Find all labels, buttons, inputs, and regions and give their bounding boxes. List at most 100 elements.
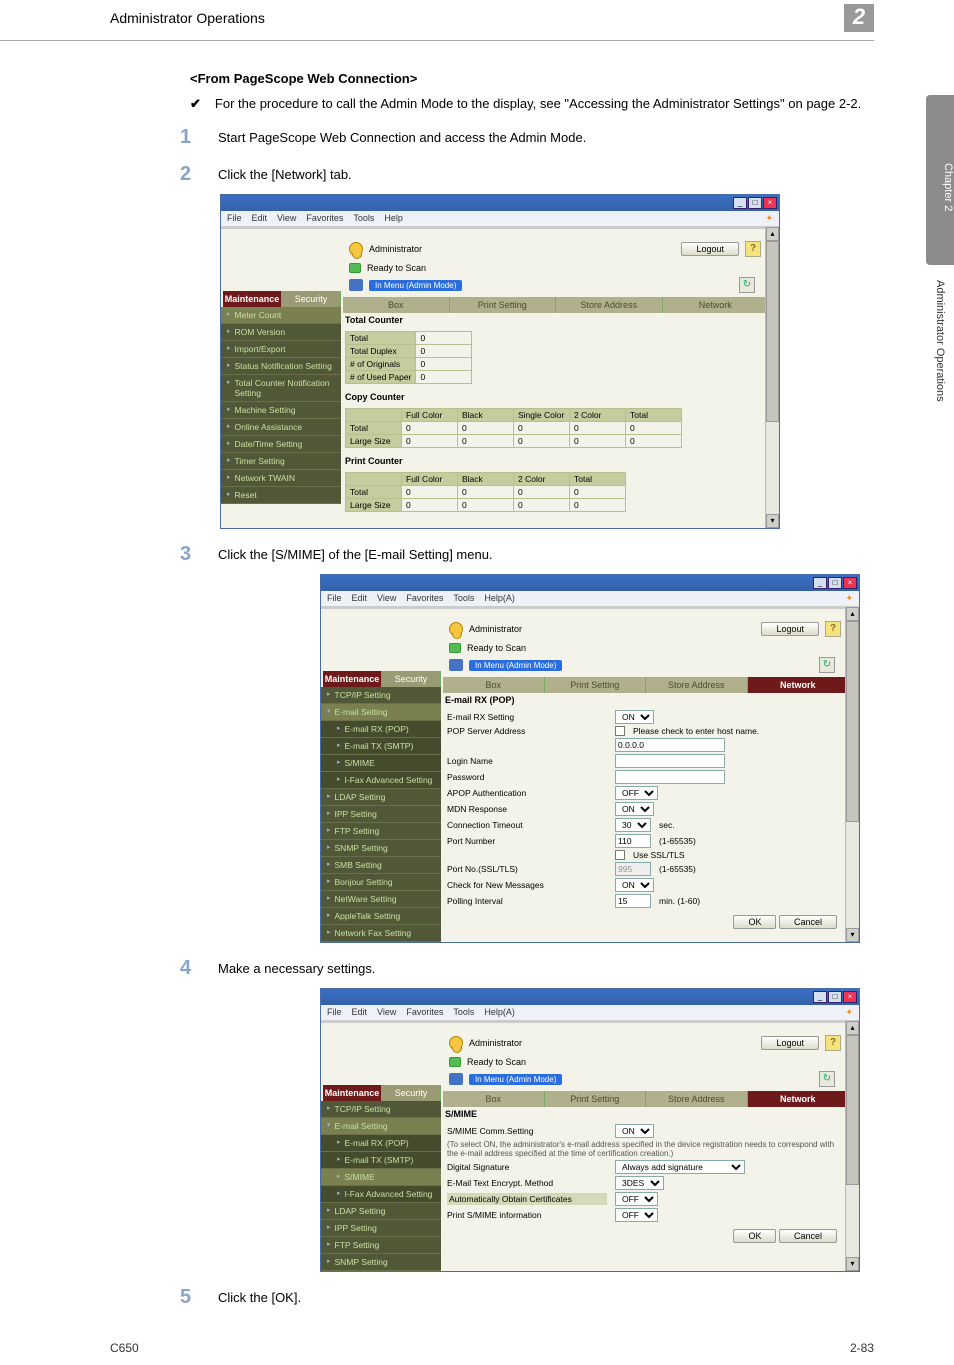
pop-server-input[interactable] — [615, 738, 725, 752]
sidebar-item[interactable]: Bonjour Setting — [321, 874, 441, 891]
smime-comm-select[interactable]: ON — [615, 1124, 654, 1138]
sidebar-item[interactable]: Network Fax Setting — [321, 925, 441, 942]
browser-menu[interactable]: FileEditViewFavoritesToolsHelp(A) — [327, 593, 525, 604]
sidebar-item[interactable]: Total Counter Notification Setting — [221, 375, 341, 402]
sidebar-item[interactable]: LDAP Setting — [321, 789, 441, 806]
sidebar-item[interactable]: Date/Time Setting — [221, 436, 341, 453]
refresh-button[interactable]: ↻ — [819, 657, 835, 673]
timeout-select[interactable]: 30 — [615, 818, 651, 832]
sidebar-item[interactable]: Meter Count — [221, 307, 341, 324]
check-messages-select[interactable]: ON — [615, 878, 654, 892]
sidebar-subitem[interactable]: E-mail TX (SMTP) — [321, 738, 441, 755]
password-input[interactable] — [615, 770, 725, 784]
print-smime-select[interactable]: OFF — [615, 1208, 658, 1222]
hostname-checkbox[interactable] — [615, 726, 625, 736]
tab-network[interactable]: Network — [663, 297, 770, 313]
auto-cert-select[interactable]: OFF — [615, 1192, 658, 1206]
sidebar-item[interactable]: SMB Setting — [321, 857, 441, 874]
sidebar-item[interactable]: TCP/IP Setting — [321, 687, 441, 704]
sidebar-item[interactable]: FTP Setting — [321, 823, 441, 840]
tab-maintenance[interactable]: Maintenance — [223, 291, 282, 307]
scrollbar[interactable]: ▴▾ — [845, 1021, 859, 1271]
sidebar-item[interactable]: Online Assistance — [221, 419, 341, 436]
scrollbar[interactable]: ▴▾ — [765, 227, 779, 528]
ok-button[interactable]: OK — [733, 915, 776, 929]
tab-print-setting[interactable]: Print Setting — [545, 677, 647, 693]
maximize-icon[interactable]: □ — [828, 577, 842, 589]
tab-network[interactable]: Network — [748, 677, 850, 693]
tab-box[interactable]: Box — [443, 1091, 545, 1107]
encrypt-method-select[interactable]: 3DES — [615, 1176, 664, 1190]
email-rx-select[interactable]: ON — [615, 710, 654, 724]
sidebar-subitem-smime[interactable]: S/MIME — [321, 1169, 441, 1186]
close-icon[interactable]: × — [763, 197, 777, 209]
ok-button[interactable]: OK — [733, 1229, 776, 1243]
sidebar-subitem[interactable]: E-mail TX (SMTP) — [321, 1152, 441, 1169]
close-icon[interactable]: × — [843, 577, 857, 589]
tab-store-address[interactable]: Store Address — [646, 677, 748, 693]
help-button[interactable]: ? — [745, 241, 761, 257]
port-input[interactable] — [615, 834, 651, 848]
sidebar-item[interactable]: Reset — [221, 487, 341, 504]
logout-button[interactable]: Logout — [681, 242, 739, 256]
close-icon[interactable]: × — [843, 991, 857, 1003]
cancel-button[interactable]: Cancel — [779, 1229, 837, 1243]
refresh-button[interactable]: ↻ — [819, 1071, 835, 1087]
tab-maintenance[interactable]: Maintenance — [323, 671, 382, 687]
browser-menu[interactable]: FileEditViewFavoritesToolsHelp(A) — [327, 1007, 525, 1018]
tab-print-setting[interactable]: Print Setting — [450, 297, 557, 313]
logout-button[interactable]: Logout — [761, 622, 819, 636]
tab-security[interactable]: Security — [382, 1085, 441, 1101]
sidebar-item[interactable]: Status Notification Setting — [221, 358, 341, 375]
polling-input[interactable] — [615, 894, 651, 908]
minimize-icon[interactable]: _ — [733, 197, 747, 209]
help-button[interactable]: ? — [825, 1035, 841, 1051]
maximize-icon[interactable]: □ — [828, 991, 842, 1003]
sidebar-item[interactable]: IPP Setting — [321, 1220, 441, 1237]
sidebar-subitem[interactable]: I-Fax Advanced Setting — [321, 1186, 441, 1203]
sidebar-item[interactable]: SNMP Setting — [321, 1254, 441, 1271]
sidebar-item[interactable]: LDAP Setting — [321, 1203, 441, 1220]
sidebar-item[interactable]: NetWare Setting — [321, 891, 441, 908]
sidebar-item-email[interactable]: E-mail Setting — [321, 1118, 441, 1135]
mdn-select[interactable]: ON — [615, 802, 654, 816]
sidebar-item[interactable]: ROM Version — [221, 324, 341, 341]
sidebar-subitem[interactable]: E-mail RX (POP) — [321, 1135, 441, 1152]
sidebar-item[interactable]: Machine Setting — [221, 402, 341, 419]
sidebar-subitem[interactable]: E-mail RX (POP) — [321, 721, 441, 738]
tab-security[interactable]: Security — [282, 291, 341, 307]
minimize-icon[interactable]: _ — [813, 991, 827, 1003]
tab-box[interactable]: Box — [343, 297, 450, 313]
sidebar-item[interactable]: IPP Setting — [321, 806, 441, 823]
scrollbar[interactable]: ▴▾ — [845, 607, 859, 942]
sidebar-item[interactable]: Network TWAIN — [221, 470, 341, 487]
login-name-input[interactable] — [615, 754, 725, 768]
ssl-checkbox[interactable] — [615, 850, 625, 860]
step-text: Click the [S/MIME] of the [E-mail Settin… — [218, 543, 493, 562]
sidebar-item[interactable]: Timer Setting — [221, 453, 341, 470]
sidebar-item-email[interactable]: E-mail Setting — [321, 704, 441, 721]
sidebar-item[interactable]: TCP/IP Setting — [321, 1101, 441, 1118]
logout-button[interactable]: Logout — [761, 1036, 819, 1050]
sidebar-item[interactable]: FTP Setting — [321, 1237, 441, 1254]
tab-box[interactable]: Box — [443, 677, 545, 693]
apop-select[interactable]: OFF — [615, 786, 658, 800]
maximize-icon[interactable]: □ — [748, 197, 762, 209]
tab-maintenance[interactable]: Maintenance — [323, 1085, 382, 1101]
tab-store-address[interactable]: Store Address — [646, 1091, 748, 1107]
tab-network[interactable]: Network — [748, 1091, 850, 1107]
sidebar-item[interactable]: SNMP Setting — [321, 840, 441, 857]
refresh-button[interactable]: ↻ — [739, 277, 755, 293]
tab-print-setting[interactable]: Print Setting — [545, 1091, 647, 1107]
digital-signature-select[interactable]: Always add signature — [615, 1160, 745, 1174]
tab-security[interactable]: Security — [382, 671, 441, 687]
tab-store-address[interactable]: Store Address — [556, 297, 663, 313]
sidebar-subitem-smime[interactable]: S/MIME — [321, 755, 441, 772]
sidebar-subitem[interactable]: I-Fax Advanced Setting — [321, 772, 441, 789]
cancel-button[interactable]: Cancel — [779, 915, 837, 929]
sidebar-item[interactable]: Import/Export — [221, 341, 341, 358]
minimize-icon[interactable]: _ — [813, 577, 827, 589]
sidebar-item[interactable]: AppleTalk Setting — [321, 908, 441, 925]
help-button[interactable]: ? — [825, 621, 841, 637]
browser-menu[interactable]: FileEditViewFavoritesToolsHelp — [227, 213, 413, 224]
